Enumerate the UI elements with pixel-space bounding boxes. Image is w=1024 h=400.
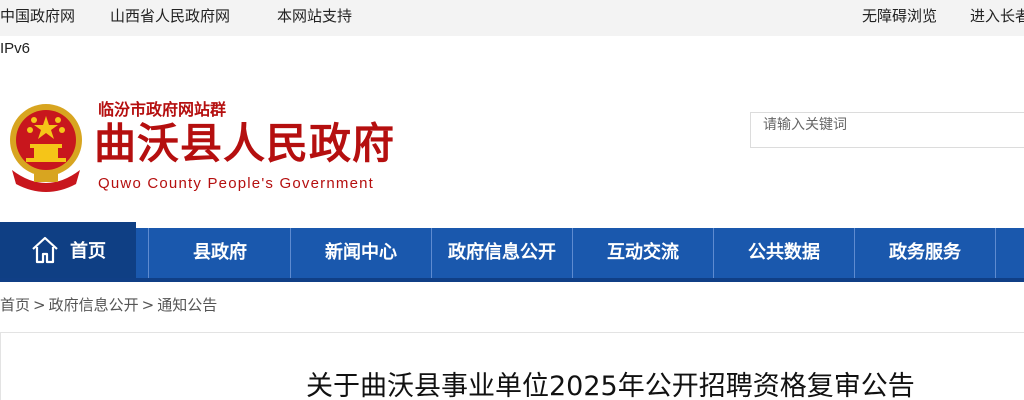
breadcrumb: 首页 > 政府信息公开 > 通知公告 <box>0 294 217 315</box>
breadcrumb-gov-info[interactable]: 政府信息公开 <box>49 296 139 314</box>
link-shanxi-gov[interactable]: 山西省人民政府网 <box>110 0 230 32</box>
link-site-support[interactable]: 本网站支持 <box>277 0 352 32</box>
site-group-name: 临汾市政府网站群 <box>98 100 227 119</box>
breadcrumb-separator: > <box>141 296 155 314</box>
nav-item-gov-info[interactable]: 政府信息公开 <box>432 228 573 278</box>
nav-home-label: 首页 <box>70 241 106 262</box>
home-icon <box>32 236 58 264</box>
nav-item-interaction[interactable]: 互动交流 <box>573 228 714 278</box>
nav-item-public-data[interactable]: 公共数据 <box>714 228 855 278</box>
search-input[interactable] <box>751 113 1024 147</box>
breadcrumb-notices[interactable]: 通知公告 <box>157 296 217 314</box>
nav-divider <box>148 228 149 278</box>
article-title: 关于曲沃县事业单位2025年公开招聘资格复审公告 <box>306 371 915 400</box>
link-elder-mode[interactable]: 进入长者模式 <box>970 0 1024 32</box>
nav-item-county-gov[interactable]: 县政府 <box>150 228 291 278</box>
link-china-gov[interactable]: 中国政府网 <box>0 0 75 32</box>
site-title[interactable]: 曲沃县人民政府 <box>94 118 395 170</box>
search-box <box>750 112 1024 148</box>
link-accessibility[interactable]: 无障碍浏览 <box>862 0 937 32</box>
top-utility-bar: 中国政府网 山西省人民政府网 本网站支持 无障碍浏览 进入长者模式 <box>0 0 1024 36</box>
nav-item-news[interactable]: 新闻中心 <box>291 228 432 278</box>
national-emblem-icon <box>10 104 82 192</box>
breadcrumb-home[interactable]: 首页 <box>0 296 30 314</box>
main-nav: 首页 县政府 新闻中心 政府信息公开 互动交流 公共数据 政务服务 <box>0 222 1024 282</box>
site-title-english: Quwo County People's Government <box>98 175 375 192</box>
breadcrumb-separator: > <box>33 296 46 314</box>
nav-home-button[interactable]: 首页 <box>0 222 136 278</box>
ipv6-label: IPv6 <box>0 40 31 57</box>
nav-item-gov-services[interactable]: 政务服务 <box>855 228 996 278</box>
